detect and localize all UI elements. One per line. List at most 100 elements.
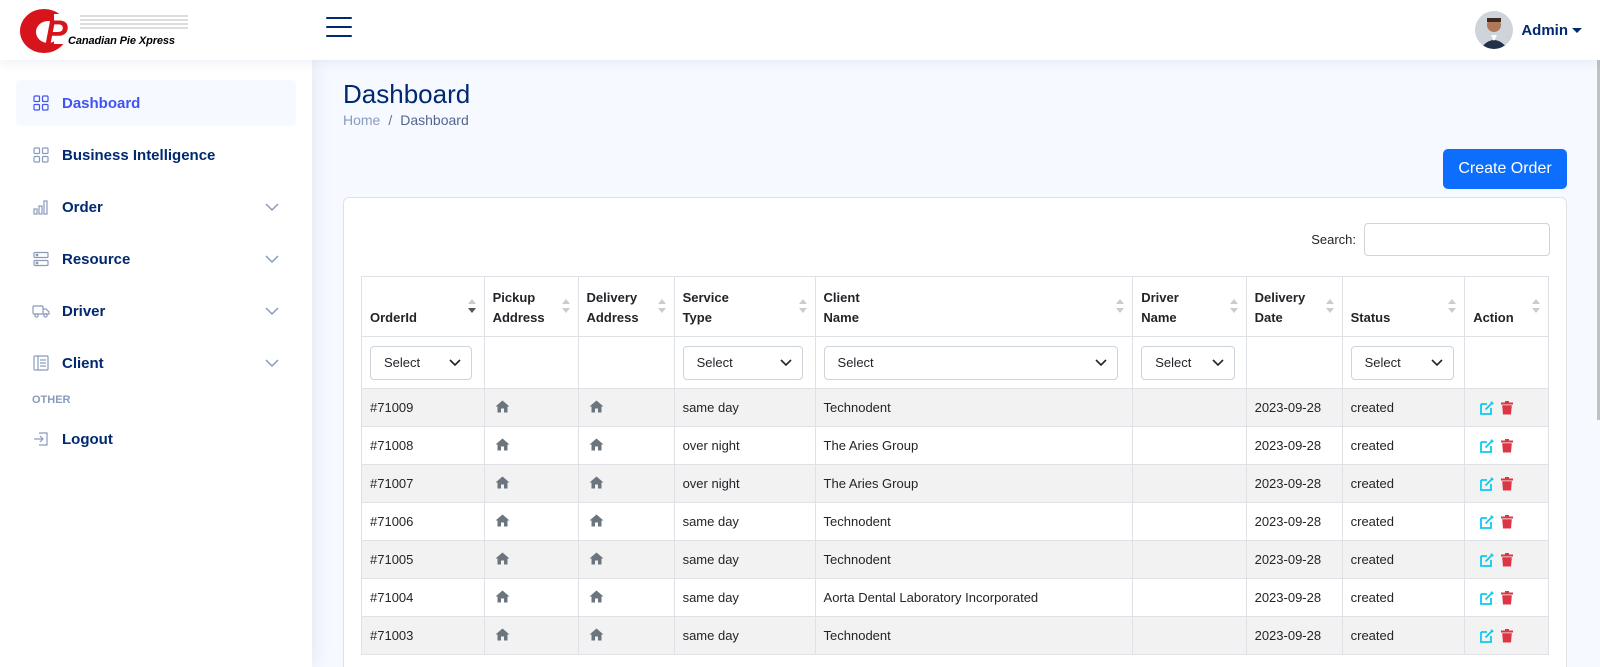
client-name-cell: Technodent — [814, 616, 1134, 655]
column-header-delivery-address[interactable]: Delivery Address — [577, 276, 675, 337]
sidebar-item-client[interactable]: Client — [16, 340, 296, 386]
order-id-filter-select[interactable]: Select — [370, 345, 472, 380]
home-icon[interactable] — [493, 514, 510, 527]
layout-text-icon — [32, 354, 50, 372]
sidebar-toggle-button[interactable] — [326, 17, 352, 39]
home-icon[interactable] — [587, 438, 604, 451]
home-icon[interactable] — [493, 590, 510, 603]
sidebar-item-resource[interactable]: Resource — [16, 236, 296, 282]
profile-menu-button[interactable]: Admin — [1475, 10, 1582, 50]
trash-icon[interactable] — [1501, 514, 1514, 529]
column-header-service-type[interactable]: Service Type — [673, 276, 816, 337]
chevron-down-icon — [265, 255, 279, 264]
grid-icon — [32, 146, 50, 164]
sidebar-item-driver[interactable]: Driver — [16, 288, 296, 334]
trash-icon[interactable] — [1501, 552, 1514, 567]
home-icon[interactable] — [587, 628, 604, 641]
column-header-label: Name — [823, 310, 859, 325]
driver-name-filter-select[interactable]: Select — [1141, 345, 1236, 380]
home-icon[interactable] — [493, 438, 510, 451]
status-cell: created — [1341, 426, 1466, 465]
company-logo[interactable]: P Canadian Pie Xpress — [18, 4, 198, 54]
main-content: Dashboard Home / Dashboard Create Order Se… — [312, 60, 1600, 667]
order-id-cell: #71008 — [361, 426, 485, 465]
chevron-down-icon — [265, 307, 279, 316]
bar-chart-icon — [32, 198, 50, 216]
column-header-order-id[interactable]: OrderId — [361, 276, 485, 337]
column-header-label: Address — [492, 310, 545, 325]
trash-icon[interactable] — [1501, 400, 1514, 415]
breadcrumb: Home / Dashboard — [343, 112, 469, 128]
filter-cell: Select — [814, 336, 1134, 389]
select-value: Select — [1364, 355, 1401, 370]
driver-name-cell — [1132, 388, 1247, 427]
table-row: #71003 same day Technodent 2023-09-28 create… — [361, 616, 1549, 655]
client-name-filter-select[interactable]: Select — [823, 345, 1118, 380]
home-icon[interactable] — [493, 476, 510, 489]
action-cell — [1464, 540, 1549, 579]
trash-icon[interactable] — [1501, 476, 1514, 491]
sidebar-item-label: Client — [62, 354, 104, 372]
column-header-client-name[interactable]: Client Name — [814, 276, 1134, 337]
search-label: Search: — [1311, 232, 1356, 247]
status-cell: created — [1341, 464, 1466, 503]
edit-icon[interactable] — [1480, 438, 1495, 453]
pickup-address-cell — [483, 578, 579, 617]
home-icon[interactable] — [493, 628, 510, 641]
home-icon[interactable] — [587, 476, 604, 489]
column-header-label: Address — [586, 310, 639, 325]
home-icon[interactable] — [587, 590, 604, 603]
column-header-action[interactable]: Action — [1464, 276, 1549, 337]
edit-icon[interactable] — [1480, 552, 1495, 567]
home-icon[interactable] — [493, 552, 510, 565]
trash-icon[interactable] — [1501, 628, 1514, 643]
edit-icon[interactable] — [1480, 590, 1495, 605]
chevron-down-icon — [265, 203, 279, 212]
action-cell — [1464, 578, 1549, 617]
action-cell — [1464, 502, 1549, 541]
edit-icon[interactable] — [1480, 400, 1495, 415]
column-header-label: Status — [1350, 310, 1391, 325]
service-type-cell: same day — [673, 578, 816, 617]
create-order-button[interactable]: Create Order — [1443, 149, 1567, 189]
edit-icon[interactable] — [1480, 476, 1495, 491]
column-header-driver-name[interactable]: Driver Name — [1132, 276, 1247, 337]
order-id-cell: #71009 — [361, 388, 485, 427]
sidebar-item-business-intelligence[interactable]: Business Intelligence — [16, 132, 296, 178]
column-header-pickup-address[interactable]: Pickup Address — [483, 276, 579, 337]
sidebar-item-label: Resource — [62, 250, 131, 268]
edit-icon[interactable] — [1480, 628, 1495, 643]
sidebar-item-dashboard[interactable]: Dashboard — [16, 80, 296, 126]
client-name-cell: Technodent — [814, 502, 1134, 541]
sidebar-item-label: Dashboard — [62, 94, 141, 112]
table-header-row: OrderId Pickup Address Delivery Address Se… — [361, 276, 1549, 337]
status-filter-select[interactable]: Select — [1350, 345, 1454, 380]
service-type-cell: over night — [673, 426, 816, 465]
home-icon[interactable] — [587, 400, 604, 413]
column-header-label: Client — [823, 290, 860, 305]
sidebar-item-order[interactable]: Order — [16, 184, 296, 230]
sort-icon — [1532, 299, 1540, 315]
breadcrumb-home-link[interactable]: Home — [343, 112, 380, 128]
delivery-date-cell: 2023-09-28 — [1245, 502, 1343, 541]
home-icon[interactable] — [587, 552, 604, 565]
chevron-down-icon — [1431, 358, 1443, 366]
svg-text:P: P — [45, 14, 68, 52]
user-name: Admin — [1521, 21, 1568, 39]
column-header-status[interactable]: Status — [1341, 276, 1466, 337]
search-input[interactable] — [1364, 223, 1550, 256]
pickup-address-cell — [483, 502, 579, 541]
select-value: Select — [837, 355, 874, 370]
trash-icon[interactable] — [1501, 590, 1514, 605]
sidebar-item-logout[interactable]: Logout — [16, 416, 296, 462]
edit-icon[interactable] — [1480, 514, 1495, 529]
table-row: #71009 same day Technodent 2023-09-28 create… — [361, 388, 1549, 427]
truck-icon — [32, 302, 50, 320]
trash-icon[interactable] — [1501, 438, 1514, 453]
home-icon[interactable] — [493, 400, 510, 413]
status-cell: created — [1341, 540, 1466, 579]
home-icon[interactable] — [587, 514, 604, 527]
service-type-filter-select[interactable]: Select — [682, 345, 803, 380]
column-header-delivery-date[interactable]: Delivery Date — [1245, 276, 1343, 337]
driver-name-cell — [1132, 540, 1247, 579]
